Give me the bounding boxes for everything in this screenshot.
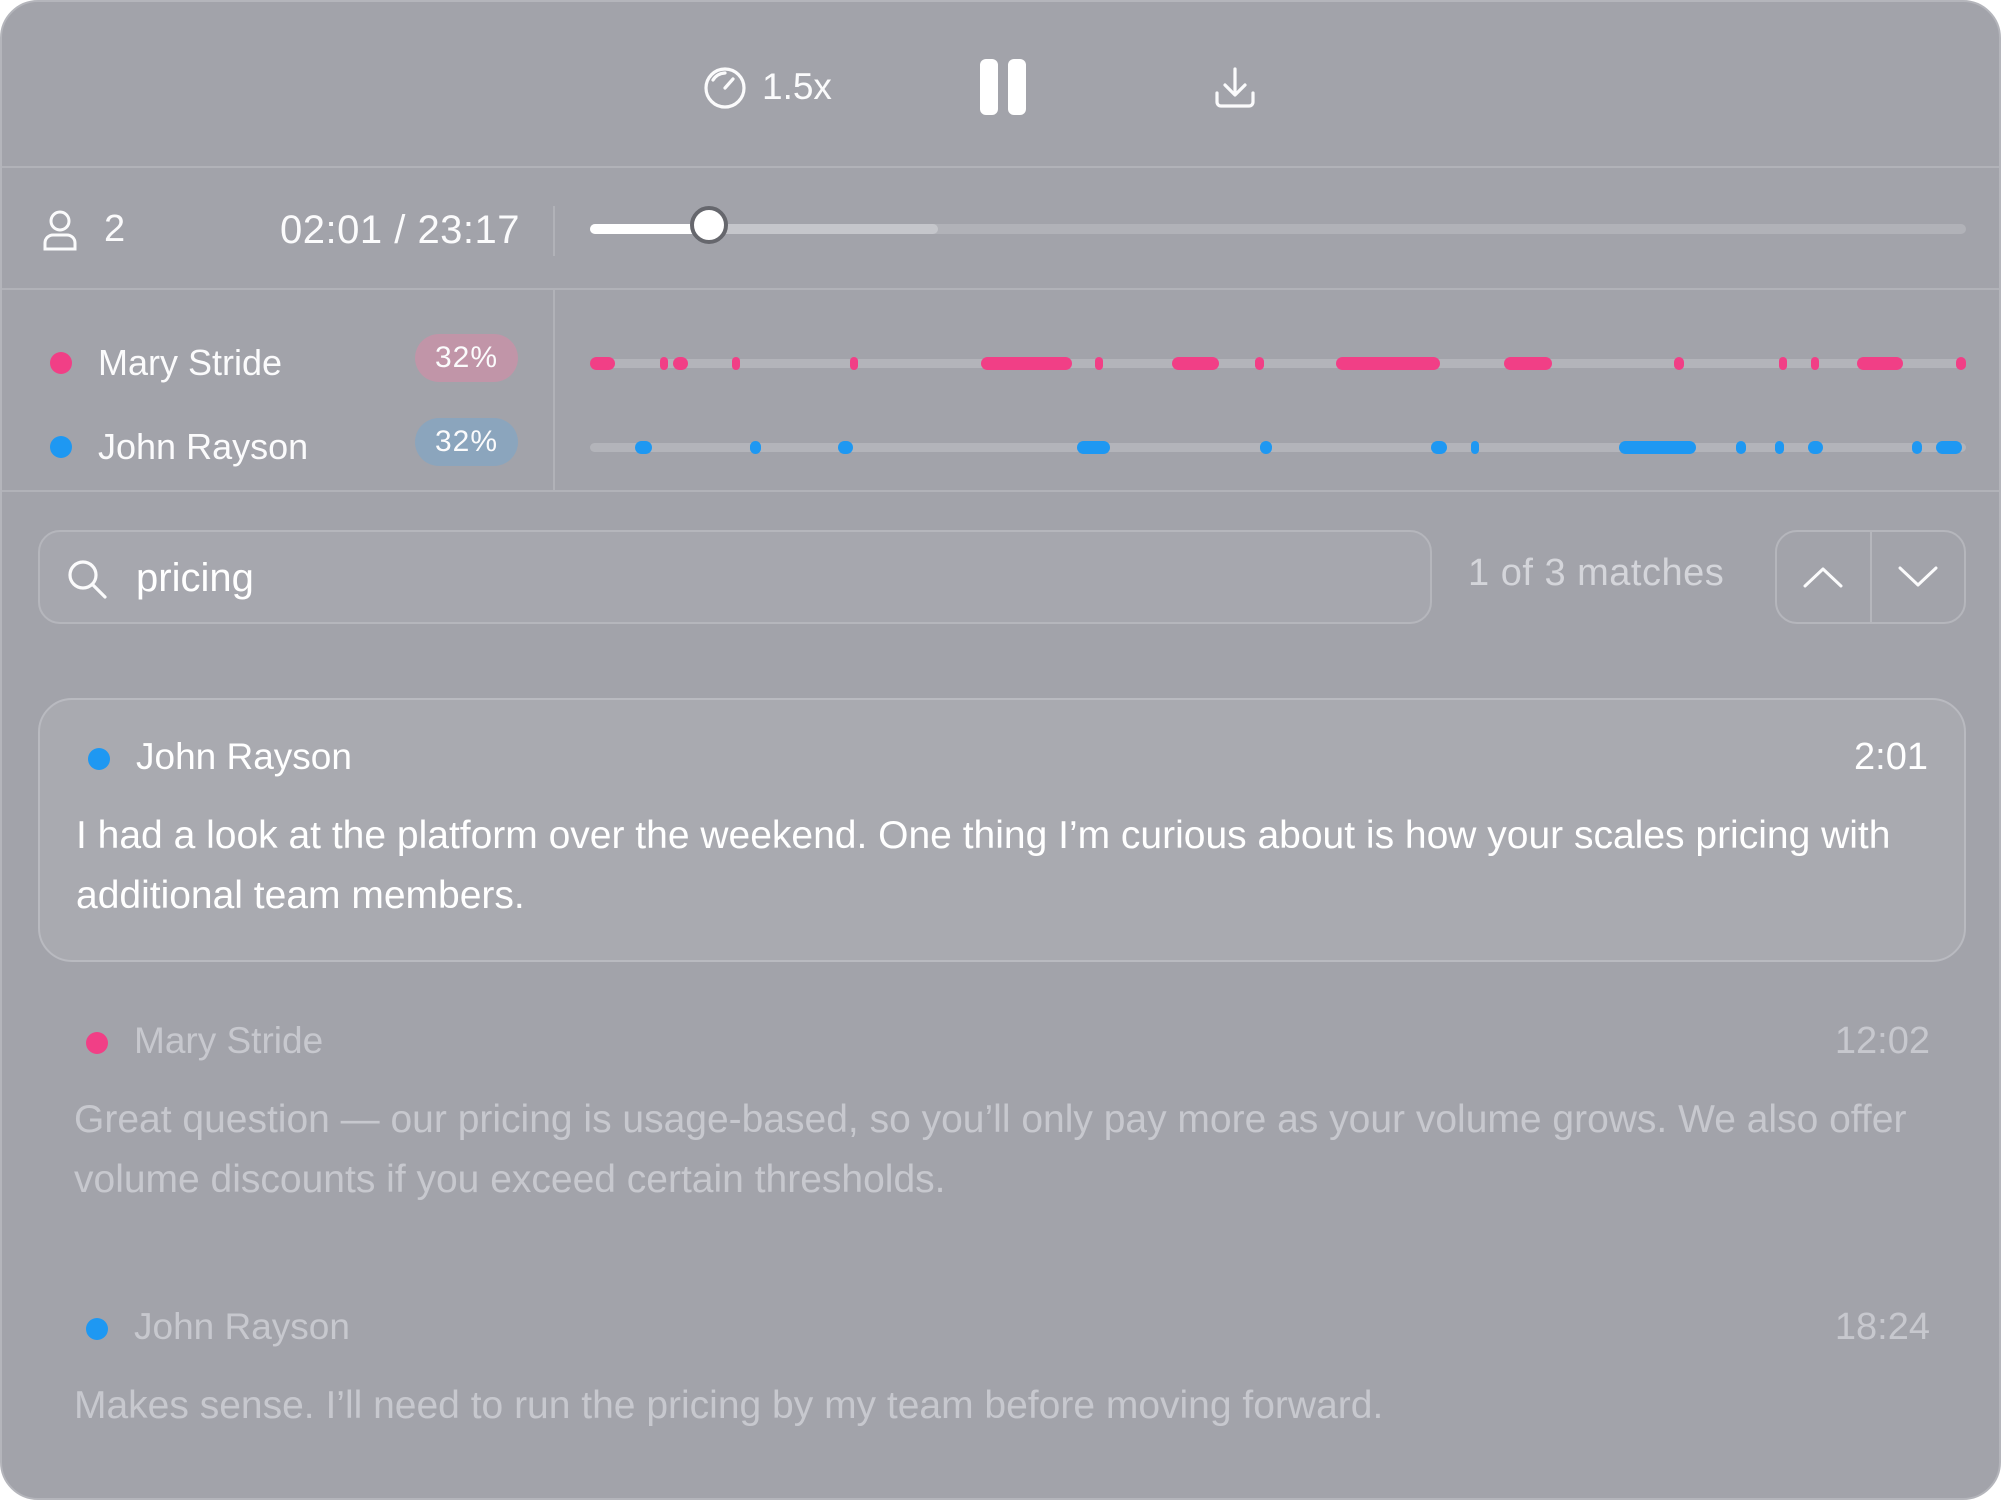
talk-segment[interactable] bbox=[1736, 441, 1746, 454]
talk-segment[interactable] bbox=[1857, 357, 1903, 370]
search-field[interactable] bbox=[38, 530, 1432, 624]
transcript-entry[interactable]: John Rayson 18:24 Makes sense. I’ll need… bbox=[38, 1268, 1966, 1448]
talk-segment[interactable] bbox=[660, 357, 669, 370]
speaker-name: Mary Stride bbox=[98, 342, 283, 383]
talk-segment[interactable] bbox=[1094, 357, 1103, 370]
talk-segment[interactable] bbox=[980, 357, 1072, 370]
talk-percent-badge: 32% bbox=[415, 334, 518, 382]
user-icon bbox=[43, 210, 77, 250]
previous-match-button[interactable] bbox=[1777, 532, 1870, 622]
search-input[interactable] bbox=[134, 546, 1418, 610]
talk-segment[interactable] bbox=[1077, 441, 1111, 454]
speaker-row-john[interactable]: John Rayson 32% bbox=[2, 416, 1999, 476]
speaker-color-dot bbox=[50, 352, 72, 374]
speaker-name: John Rayson bbox=[98, 426, 309, 467]
match-count: 1 of 3 matches bbox=[1468, 552, 1725, 594]
speed-label: 1.5x bbox=[762, 66, 832, 107]
entry-text: Great question — our pricing is usage-ba… bbox=[74, 1098, 1907, 1201]
talk-segment[interactable] bbox=[1254, 357, 1265, 370]
talk-segment[interactable] bbox=[590, 357, 615, 370]
talk-segment[interactable] bbox=[1935, 441, 1962, 454]
call-player-panel: 1.5x 2 02:01 / 23:17 Mary Stride 32% Joh… bbox=[0, 0, 2001, 1500]
playback-row: 2 02:01 / 23:17 bbox=[2, 168, 1999, 290]
participants-number: 2 bbox=[104, 208, 126, 250]
talk-segment[interactable] bbox=[1807, 441, 1823, 454]
speaker-timeline[interactable] bbox=[590, 357, 1966, 370]
entry-speaker: John Rayson bbox=[136, 736, 352, 777]
match-navigation bbox=[1775, 530, 1966, 624]
transcript-entry[interactable]: Mary Stride 12:02 Great question — our p… bbox=[38, 982, 1966, 1222]
talk-segment[interactable] bbox=[1956, 357, 1966, 370]
participants-count: 2 bbox=[42, 208, 125, 251]
speed-button[interactable]: 1.5x bbox=[702, 64, 832, 110]
pause-button[interactable] bbox=[978, 57, 1028, 117]
talk-segment[interactable] bbox=[1810, 357, 1819, 370]
talk-segment[interactable] bbox=[1774, 441, 1785, 454]
next-match-button[interactable] bbox=[1869, 532, 1965, 622]
talk-segment[interactable] bbox=[749, 441, 761, 454]
talk-segment[interactable] bbox=[1619, 441, 1697, 454]
talk-segment[interactable] bbox=[837, 441, 853, 454]
speaker-timelines: Mary Stride 32% John Rayson 32% bbox=[2, 290, 1999, 492]
download-icon bbox=[1215, 67, 1255, 108]
gauge-icon bbox=[704, 67, 746, 109]
speaker-timeline[interactable] bbox=[590, 441, 1966, 454]
talk-segment[interactable] bbox=[1503, 357, 1552, 370]
talk-segment[interactable] bbox=[1778, 357, 1787, 370]
search-icon bbox=[68, 560, 107, 599]
entry-speaker: Mary Stride bbox=[134, 1020, 324, 1061]
transcript-entry-active[interactable]: John Rayson 2:01 I had a look at the pla… bbox=[38, 698, 1966, 962]
talk-segment[interactable] bbox=[1912, 441, 1922, 454]
divider bbox=[553, 206, 555, 256]
pause-icon bbox=[980, 59, 1026, 115]
talk-segment[interactable] bbox=[1470, 441, 1479, 454]
progress-thumb[interactable] bbox=[690, 206, 729, 244]
talk-segment[interactable] bbox=[1335, 357, 1441, 370]
download-button[interactable] bbox=[1212, 64, 1258, 110]
talk-segment[interactable] bbox=[672, 357, 688, 370]
playback-controls: 1.5x bbox=[2, 2, 1999, 168]
time-readout: 02:01 / 23:17 bbox=[280, 208, 521, 252]
talk-segment[interactable] bbox=[1674, 357, 1684, 370]
chevron-down-icon bbox=[1898, 566, 1938, 587]
speaker-row-mary[interactable]: Mary Stride 32% bbox=[2, 332, 1999, 392]
entry-text: Makes sense. I’ll need to run the pricin… bbox=[74, 1384, 1384, 1427]
speaker-color-dot bbox=[88, 748, 110, 770]
progress-bar[interactable] bbox=[590, 206, 1966, 244]
talk-segment[interactable] bbox=[635, 441, 652, 454]
speaker-color-dot bbox=[86, 1318, 108, 1340]
entry-text: I had a look at the platform over the we… bbox=[76, 814, 1891, 917]
talk-segment[interactable] bbox=[1260, 441, 1273, 454]
entry-timestamp[interactable]: 18:24 bbox=[1835, 1306, 1930, 1349]
speaker-color-dot bbox=[86, 1032, 108, 1054]
entry-timestamp[interactable]: 2:01 bbox=[1854, 736, 1928, 779]
entry-timestamp[interactable]: 12:02 bbox=[1835, 1020, 1930, 1063]
talk-segment[interactable] bbox=[731, 357, 740, 370]
entry-speaker: John Rayson bbox=[134, 1306, 350, 1347]
talk-segment[interactable] bbox=[1430, 441, 1448, 454]
speaker-color-dot bbox=[50, 436, 72, 458]
chevron-up-icon bbox=[1803, 567, 1843, 588]
talk-percent-badge: 32% bbox=[415, 418, 518, 466]
talk-segment[interactable] bbox=[850, 357, 859, 370]
talk-segment[interactable] bbox=[1172, 357, 1219, 370]
